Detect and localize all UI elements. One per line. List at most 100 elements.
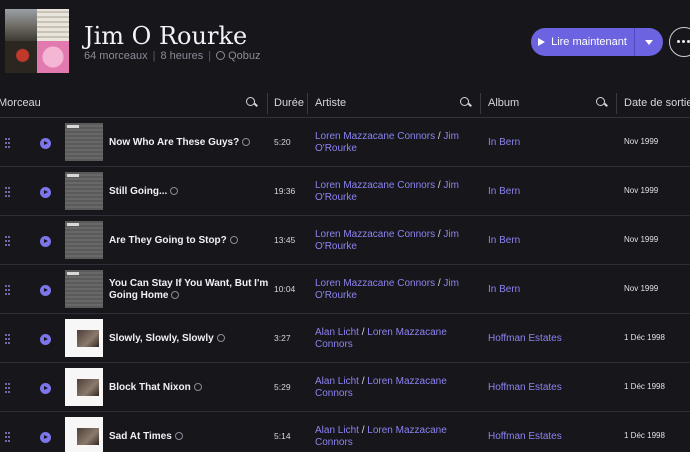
track-duration: 19:36 (274, 186, 296, 196)
album-cover (65, 123, 103, 161)
album-cover (65, 319, 103, 357)
drag-handle-icon[interactable] (5, 187, 11, 197)
drag-handle-icon[interactable] (5, 138, 11, 148)
artist-link[interactable]: Alan Licht (315, 376, 359, 387)
track-artists: Loren Mazzacane Connors / Jim O'Rourke (315, 180, 459, 203)
drag-handle-icon[interactable] (5, 334, 11, 344)
play-icon[interactable] (40, 383, 51, 394)
playlist-header: Jim O Rourke 64 morceaux | 8 heures | Qobuz … (0, 0, 690, 86)
track-title[interactable]: Still Going... (109, 186, 167, 197)
table-header: Morceau Durée Artiste Album Date de sort… (0, 89, 690, 118)
artist-link[interactable]: Alan Licht (315, 425, 359, 436)
page-title: Jim O Rourke (84, 22, 248, 50)
tracks-count: 64 morceaux (84, 50, 148, 62)
column-duration[interactable]: Durée (274, 97, 304, 109)
table-row[interactable]: Now Who Are These Guys? 5:20 Loren Mazzaca… (0, 118, 690, 167)
source-label: Qobuz (228, 50, 261, 62)
play-icon[interactable] (40, 432, 51, 443)
more-options-button[interactable] (669, 27, 690, 57)
play-icon[interactable] (40, 334, 51, 345)
table-row[interactable]: You Can Stay If You Want, But I'm Going … (0, 265, 690, 314)
artist-link[interactable]: Loren Mazzacane Connors (315, 131, 435, 142)
release-date: Nov 1999 (624, 137, 659, 146)
drag-handle-icon[interactable] (5, 285, 11, 295)
play-now-label: Lire maintenant (551, 36, 627, 48)
column-release-date[interactable]: Date de sortie (624, 97, 690, 109)
track-duration: 5:20 (274, 137, 291, 147)
play-options-dropdown[interactable] (635, 28, 663, 56)
play-now-button-group: Lire maintenant (531, 28, 663, 56)
album-link[interactable]: In Bern (488, 235, 520, 246)
search-icon[interactable] (596, 97, 608, 109)
track-title[interactable]: You Can Stay If You Want, But I'm Going … (109, 278, 268, 301)
release-date: 1 Déc 1998 (624, 333, 665, 342)
column-album[interactable]: Album (488, 97, 519, 109)
search-icon[interactable] (246, 97, 258, 109)
drag-handle-icon[interactable] (5, 236, 11, 246)
track-artists: Alan Licht / Loren Mazzacane Connors (315, 376, 447, 399)
play-icon[interactable] (40, 138, 51, 149)
album-link[interactable]: In Bern (488, 137, 520, 148)
track-title-cell: You Can Stay If You Want, But I'm Going … (109, 278, 269, 302)
table-row[interactable]: Block That Nixon 5:29 Alan Licht / Loren M… (0, 363, 690, 412)
release-date: Nov 1999 (624, 235, 659, 244)
play-icon[interactable] (40, 236, 51, 247)
table-row[interactable]: Slowly, Slowly, Slowly 3:27 Alan Licht / L… (0, 314, 690, 363)
column-artist[interactable]: Artiste (315, 97, 346, 109)
track-title[interactable]: Block That Nixon (109, 382, 191, 393)
track-title-cell: Sad At Times (109, 431, 269, 443)
release-date: 1 Déc 1998 (624, 431, 665, 440)
track-duration: 5:14 (274, 431, 291, 441)
track-duration: 10:04 (274, 284, 296, 294)
play-now-button[interactable]: Lire maintenant (531, 28, 634, 56)
track-artists: Loren Mazzacane Connors / Jim O'Rourke (315, 229, 459, 252)
chevron-down-icon (645, 40, 653, 45)
artist-link[interactable]: Loren Mazzacane Connors (315, 278, 435, 289)
release-date: 1 Déc 1998 (624, 382, 665, 391)
total-duration: 8 heures (160, 50, 204, 62)
album-link[interactable]: Hoffman Estates (488, 333, 562, 344)
cover-tile (5, 41, 37, 73)
playlist-cover-collage (5, 9, 69, 73)
album-link[interactable]: In Bern (488, 284, 520, 295)
track-duration: 3:27 (274, 333, 291, 343)
cover-tile (37, 9, 69, 41)
play-icon (538, 38, 546, 46)
drag-handle-icon[interactable] (5, 383, 11, 393)
artist-link[interactable]: Loren Mazzacane Connors (315, 229, 435, 240)
track-title-cell: Slowly, Slowly, Slowly (109, 333, 269, 345)
qobuz-icon (216, 51, 226, 60)
track-title-cell: Still Going... (109, 186, 269, 198)
track-duration: 13:45 (274, 235, 296, 245)
qobuz-icon (171, 291, 180, 299)
track-title[interactable]: Slowly, Slowly, Slowly (109, 333, 214, 344)
artist-link[interactable]: Loren Mazzacane Connors (315, 180, 435, 191)
track-title[interactable]: Are They Going to Stop? (109, 235, 227, 246)
album-link[interactable]: Hoffman Estates (488, 382, 562, 393)
table-row[interactable]: Sad At Times 5:14 Alan Licht / Loren Mazza… (0, 412, 690, 452)
track-title-cell: Now Who Are These Guys? (109, 137, 269, 149)
search-icon[interactable] (460, 97, 472, 109)
track-artists: Alan Licht / Loren Mazzacane Connors (315, 425, 447, 448)
album-link[interactable]: In Bern (488, 186, 520, 197)
album-cover (65, 270, 103, 308)
qobuz-icon (242, 138, 251, 146)
qobuz-icon (170, 187, 179, 195)
qobuz-icon (174, 432, 183, 440)
artist-link[interactable]: Alan Licht (315, 327, 359, 338)
track-artists: Loren Mazzacane Connors / Jim O'Rourke (315, 278, 459, 301)
more-icon (677, 40, 680, 43)
track-duration: 5:29 (274, 382, 291, 392)
track-title[interactable]: Sad At Times (109, 431, 172, 442)
track-title[interactable]: Now Who Are These Guys? (109, 137, 239, 148)
qobuz-icon (216, 334, 225, 342)
table-row[interactable]: Are They Going to Stop? 13:45 Loren Mazzac… (0, 216, 690, 265)
table-row[interactable]: Still Going... 19:36 Loren Mazzacane Conno… (0, 167, 690, 216)
play-icon[interactable] (40, 285, 51, 296)
play-icon[interactable] (40, 187, 51, 198)
column-track[interactable]: Morceau (0, 97, 41, 109)
drag-handle-icon[interactable] (5, 432, 11, 442)
release-date: Nov 1999 (624, 186, 659, 195)
qobuz-icon (229, 236, 238, 244)
album-link[interactable]: Hoffman Estates (488, 431, 562, 442)
